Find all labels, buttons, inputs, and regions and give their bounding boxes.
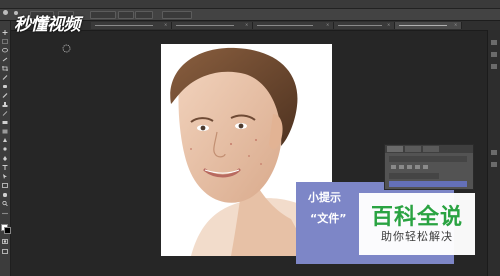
document-tab[interactable]: × [334, 22, 395, 29]
panel-dock-icon[interactable] [491, 64, 497, 69]
type-tool-icon[interactable] [2, 165, 8, 170]
filter-icon[interactable] [407, 165, 412, 169]
tip-body: “文件” [310, 212, 347, 225]
gradient-tool-icon[interactable] [2, 129, 8, 134]
blur-tool-icon[interactable] [2, 138, 8, 143]
tip-title: 小提示 [308, 191, 341, 204]
document-tab-label [257, 25, 313, 26]
menu-bar [0, 0, 500, 9]
document-tab-label [338, 25, 382, 26]
panel-dock-icon[interactable] [491, 52, 497, 57]
marquee-tool-icon[interactable] [2, 39, 8, 44]
history-brush-tool-icon[interactable] [2, 111, 8, 116]
screen-mode-icon[interactable] [2, 249, 8, 254]
more-tools-icon[interactable] [2, 211, 8, 216]
logo: 秒懂视频 [14, 10, 124, 36]
panel-tab[interactable] [387, 146, 403, 152]
pen-tool-icon[interactable] [2, 156, 8, 161]
path-selection-tool-icon[interactable] [2, 174, 8, 179]
document-tab[interactable]: × [172, 22, 253, 29]
blend-mode-row[interactable] [389, 173, 439, 179]
document-tab-label [176, 25, 234, 26]
healing-brush-tool-icon[interactable] [2, 84, 8, 89]
document-tab-active[interactable]: × [395, 22, 462, 29]
panel-dock-icon[interactable] [491, 162, 497, 167]
lasso-tool-icon[interactable] [2, 48, 8, 53]
layers-panel-header [385, 145, 473, 153]
brush-tool-icon[interactable] [2, 93, 8, 98]
document-tab[interactable]: × [253, 22, 334, 29]
hand-tool-icon[interactable] [2, 192, 8, 197]
panel-tab[interactable] [405, 146, 421, 152]
filter-icon[interactable] [399, 165, 404, 169]
clone-stamp-tool-icon[interactable] [2, 102, 8, 107]
dodge-tool-icon[interactable] [2, 147, 8, 152]
quick-selection-tool-icon[interactable] [2, 57, 8, 62]
watermark: 百科全说 助你轻松解决 [359, 193, 475, 255]
option-button[interactable] [162, 11, 192, 19]
close-icon[interactable]: × [245, 23, 249, 27]
panel-dock-icon[interactable] [491, 40, 497, 45]
crop-tool-icon[interactable] [2, 66, 8, 71]
eraser-tool-icon[interactable] [2, 120, 8, 125]
filter-icon[interactable] [391, 165, 396, 169]
eyedropper-tool-icon[interactable] [2, 75, 8, 80]
close-icon[interactable]: × [326, 23, 330, 27]
filter-icon[interactable] [415, 165, 420, 169]
panel-dock-icon[interactable] [491, 150, 497, 155]
layer-filter-row[interactable] [389, 156, 467, 162]
watermark-subtitle: 助你轻松解决 [381, 230, 453, 243]
background-color-swatch[interactable] [4, 227, 11, 234]
layer-row[interactable] [389, 181, 467, 187]
panel-tab[interactable] [423, 146, 439, 152]
quick-mask-icon[interactable] [2, 239, 8, 244]
logo-text: 秒懂视频 [14, 15, 81, 35]
close-icon[interactable]: × [164, 23, 168, 27]
filter-icon[interactable] [423, 165, 428, 169]
close-icon[interactable]: × [387, 23, 391, 27]
option-button[interactable] [135, 11, 153, 19]
right-panel-dock [487, 30, 500, 276]
tools-panel [0, 21, 11, 276]
zoom-tool-icon[interactable] [2, 201, 8, 206]
document-tab-label [399, 25, 447, 26]
watermark-title: 百科全说 [370, 205, 463, 230]
move-tool-icon[interactable] [2, 30, 8, 35]
layers-panel[interactable] [384, 144, 474, 190]
brush-cursor-icon [62, 44, 71, 53]
tool-preset-icon[interactable] [3, 10, 8, 15]
rectangle-tool-icon[interactable] [2, 183, 8, 188]
close-icon[interactable]: × [454, 23, 458, 27]
